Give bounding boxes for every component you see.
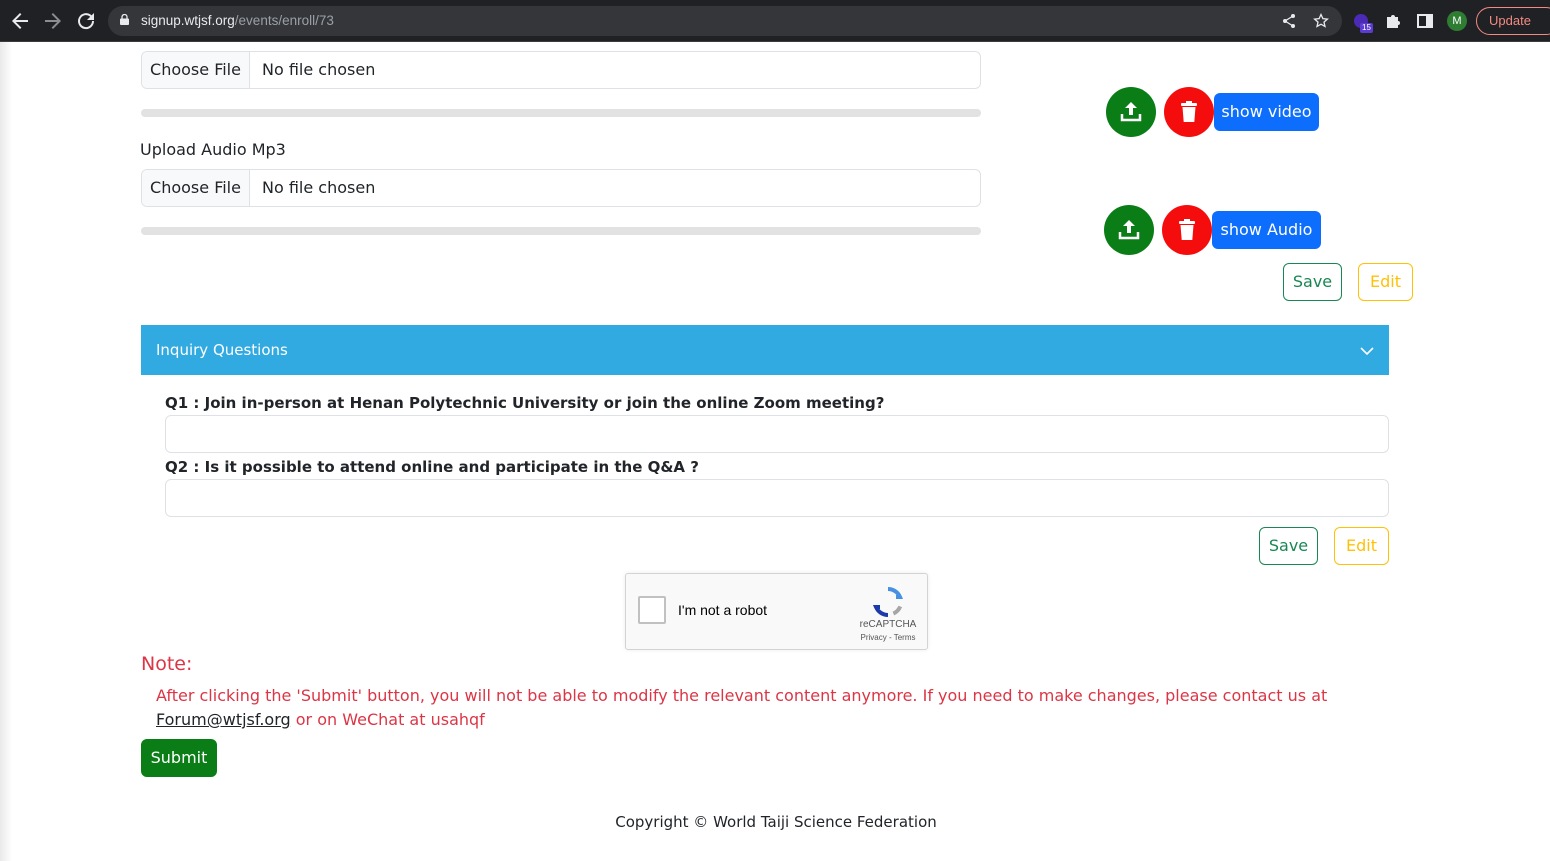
reload-icon[interactable] <box>74 9 98 33</box>
bookmark-star-icon[interactable] <box>1313 13 1329 29</box>
note-text-after: or on WeChat at usahqf <box>290 710 485 729</box>
recaptcha-privacy-terms[interactable]: Privacy - Terms <box>856 633 920 642</box>
audio-delete-button[interactable] <box>1162 205 1212 255</box>
audio-choose-file-button[interactable]: Choose File <box>142 170 250 206</box>
audio-upload-button[interactable] <box>1104 205 1154 255</box>
recaptcha-widget: I'm not a robot reCAPTCHA Privacy - Term… <box>625 573 928 650</box>
contact-email-link[interactable]: Forum@wtjsf.org <box>156 710 291 729</box>
inquiry-save-button[interactable]: Save <box>1259 527 1318 565</box>
recaptcha-checkbox[interactable] <box>638 596 666 624</box>
upload-icon <box>1120 102 1142 122</box>
recaptcha-label: I'm not a robot <box>678 602 768 618</box>
show-audio-button[interactable]: show Audio <box>1212 211 1321 249</box>
video-delete-button[interactable] <box>1164 87 1214 137</box>
question-1-input[interactable] <box>165 415 1389 453</box>
forward-arrow-icon[interactable] <box>41 9 65 33</box>
video-upload-progress <box>141 109 981 117</box>
show-video-button[interactable]: show video <box>1214 93 1319 131</box>
lock-icon <box>120 14 129 25</box>
browser-toolbar: signup.wtjsf.org/events/enroll/73 15 M U… <box>0 0 1550 42</box>
inquiry-title: Inquiry Questions <box>156 341 288 359</box>
trash-icon <box>1181 101 1197 122</box>
audio-upload-label: Upload Audio Mp3 <box>140 140 286 159</box>
question-2-label: Q2 : Is it possible to attend online and… <box>165 458 699 476</box>
media-edit-button[interactable]: Edit <box>1358 263 1413 301</box>
recaptcha-brand: reCAPTCHA <box>859 619 917 630</box>
video-file-status: No file chosen <box>262 60 376 79</box>
url-text: signup.wtjsf.org/events/enroll/73 <box>141 13 334 28</box>
update-button[interactable]: Update <box>1476 7 1550 35</box>
profile-avatar[interactable]: M <box>1447 11 1467 31</box>
video-file-input[interactable]: Choose File No file chosen <box>141 51 981 89</box>
puzzle-icon[interactable] <box>1383 11 1403 31</box>
footer-copyright: Copyright © World Taiji Science Federati… <box>615 813 937 831</box>
side-panel-icon[interactable] <box>1415 11 1435 31</box>
page-edge-shadow <box>0 42 12 861</box>
video-choose-file-button[interactable]: Choose File <box>142 52 250 88</box>
audio-file-status: No file chosen <box>262 178 376 197</box>
inquiry-accordion-header[interactable]: Inquiry Questions <box>141 325 1389 375</box>
trash-icon <box>1179 219 1195 240</box>
share-icon[interactable] <box>1281 13 1297 29</box>
note-title: Note: <box>141 653 193 675</box>
back-arrow-icon[interactable] <box>8 9 32 33</box>
audio-file-input[interactable]: Choose File No file chosen <box>141 169 981 207</box>
note-text-before: After clicking the 'Submit' button, you … <box>156 686 1328 705</box>
audio-upload-progress <box>141 227 981 235</box>
media-save-button[interactable]: Save <box>1283 263 1342 301</box>
video-upload-button[interactable] <box>1106 87 1156 137</box>
question-2-input[interactable] <box>165 479 1389 517</box>
address-bar[interactable]: signup.wtjsf.org/events/enroll/73 <box>108 6 1342 36</box>
note-text: After clicking the 'Submit' button, you … <box>156 684 1366 732</box>
submit-button[interactable]: Submit <box>141 739 217 777</box>
extension-badge: 15 <box>1360 23 1373 33</box>
inquiry-edit-button[interactable]: Edit <box>1334 527 1389 565</box>
upload-icon <box>1118 220 1140 240</box>
recaptcha-logo-icon <box>872 587 904 617</box>
chevron-down-icon <box>1360 347 1374 356</box>
question-1-label: Q1 : Join in-person at Henan Polytechnic… <box>165 394 885 412</box>
